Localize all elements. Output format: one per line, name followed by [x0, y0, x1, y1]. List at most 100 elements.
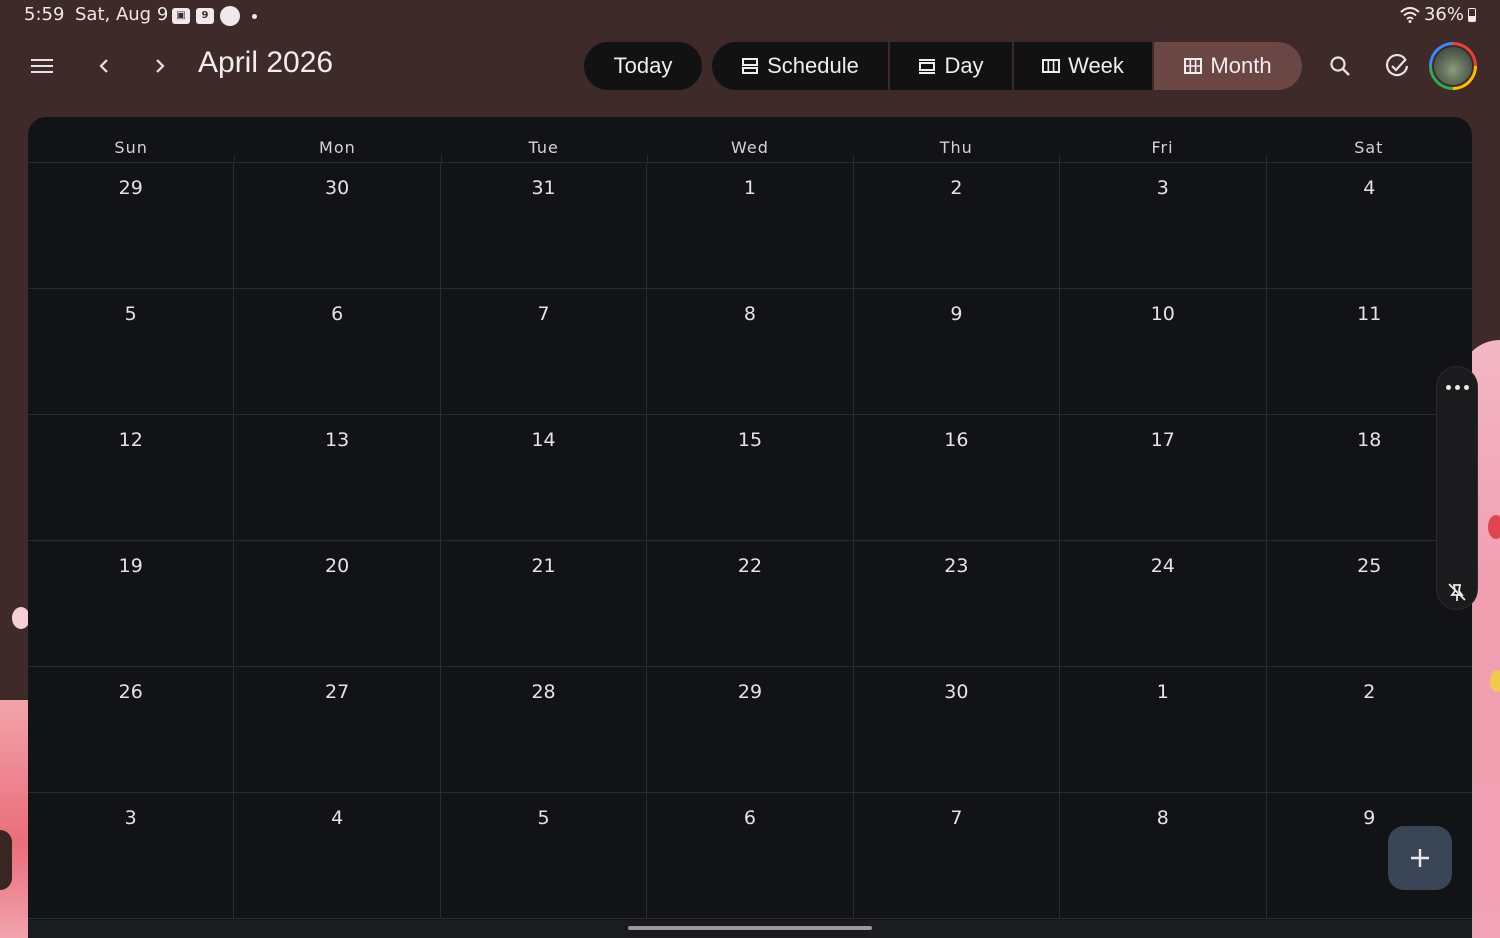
schedule-view-label: Schedule — [767, 53, 859, 78]
more-options-icon[interactable] — [1437, 377, 1477, 397]
day-cell[interactable]: 12 — [28, 415, 233, 540]
day-cell[interactable]: 4 — [1265, 163, 1472, 288]
day-cell[interactable]: 31 — [439, 163, 646, 288]
day-cell[interactable]: 2 — [852, 163, 1059, 288]
wallpaper-blob — [0, 830, 12, 890]
day-cell[interactable]: 8 — [1059, 793, 1265, 918]
week-view-label: Week — [1068, 53, 1124, 78]
previous-month-button[interactable] — [82, 44, 126, 88]
day-cell[interactable]: 9 — [852, 289, 1059, 414]
day-cell[interactable]: 8 — [646, 289, 852, 414]
next-month-button[interactable] — [138, 44, 182, 88]
day-cell[interactable]: 22 — [646, 541, 852, 666]
battery-icon — [1468, 7, 1476, 22]
pin-off-icon[interactable] — [1446, 581, 1468, 603]
weekday-header: Sun Mon Tue Wed Thu Fri Sat — [28, 117, 1472, 163]
chevron-right-icon — [156, 59, 165, 73]
day-cell[interactable]: 7 — [439, 289, 646, 414]
status-date: Sat, Aug 9 — [75, 4, 169, 25]
month-grid: 29 30 31 1 2 3 4 5 6 7 8 9 10 11 12 13 1… — [28, 163, 1472, 919]
toolbar: April 2026 Today Schedule Day Week Month — [0, 40, 1500, 92]
search-button[interactable] — [1318, 44, 1362, 88]
week-row: 3 4 5 6 7 8 9 — [28, 793, 1472, 919]
app-notification-icon — [220, 6, 240, 26]
wallpaper-blob — [1488, 515, 1500, 539]
weekday-label: Tue — [440, 117, 647, 162]
day-cell[interactable]: 1 — [1059, 667, 1265, 792]
day-cell[interactable]: 2 — [1265, 667, 1472, 792]
home-indicator[interactable] — [628, 926, 872, 930]
plus-icon — [1411, 849, 1429, 867]
menu-icon — [31, 59, 53, 73]
day-cell[interactable]: 5 — [28, 289, 233, 414]
day-cell[interactable]: 4 — [233, 793, 439, 918]
status-time: 5:59 — [24, 4, 65, 25]
day-cell[interactable]: 24 — [1059, 541, 1265, 666]
chevron-left-icon — [99, 59, 108, 73]
status-bar: 5:59 Sat, Aug 9 ▣ 9 36% — [0, 0, 1500, 30]
schedule-view-icon — [742, 58, 759, 74]
week-view-button[interactable]: Week — [1014, 42, 1154, 90]
schedule-view-button[interactable]: Schedule — [712, 42, 890, 90]
day-cell[interactable]: 19 — [28, 541, 233, 666]
day-cell[interactable]: 30 — [233, 163, 439, 288]
month-view-icon — [1184, 58, 1203, 74]
calendar-notification-icon: 9 — [196, 8, 214, 24]
day-cell[interactable]: 13 — [233, 415, 439, 540]
weekday-label: Fri — [1059, 117, 1265, 162]
day-cell[interactable]: 1 — [646, 163, 852, 288]
account-avatar[interactable] — [1429, 42, 1477, 90]
month-title[interactable]: April 2026 — [198, 46, 333, 80]
photos-icon: ▣ — [172, 8, 190, 24]
main-menu-button[interactable] — [20, 44, 64, 88]
week-row: 26 27 28 29 30 1 2 — [28, 667, 1472, 793]
day-cell[interactable]: 29 — [646, 667, 852, 792]
notification-icons: ▣ 9 — [172, 6, 257, 26]
day-cell[interactable]: 7 — [852, 793, 1059, 918]
day-cell[interactable]: 30 — [852, 667, 1059, 792]
tasks-button[interactable] — [1375, 44, 1419, 88]
day-cell[interactable]: 16 — [852, 415, 1059, 540]
search-icon — [1330, 56, 1350, 76]
day-cell[interactable]: 10 — [1059, 289, 1265, 414]
week-row: 29 30 31 1 2 3 4 — [28, 163, 1472, 289]
wallpaper-blob — [1490, 670, 1500, 692]
week-row: 19 20 21 22 23 24 25 — [28, 541, 1472, 667]
today-button[interactable]: Today — [584, 42, 702, 90]
month-view-button[interactable]: Month — [1154, 42, 1302, 90]
day-cell[interactable]: 14 — [439, 415, 646, 540]
day-cell[interactable]: 26 — [28, 667, 233, 792]
day-view-button[interactable]: Day — [890, 42, 1014, 90]
day-cell[interactable]: 5 — [439, 793, 646, 918]
day-cell[interactable]: 3 — [1059, 163, 1265, 288]
create-event-button[interactable] — [1388, 826, 1452, 890]
day-cell[interactable]: 21 — [439, 541, 646, 666]
week-row: 5 6 7 8 9 10 11 — [28, 289, 1472, 415]
day-cell[interactable]: 6 — [233, 289, 439, 414]
weekday-label: Sat — [1265, 117, 1472, 162]
wallpaper-left — [0, 700, 30, 938]
day-cell[interactable]: 27 — [233, 667, 439, 792]
day-view-icon — [919, 59, 936, 74]
view-switcher: Schedule Day Week Month — [712, 42, 1302, 90]
day-cell[interactable]: 6 — [646, 793, 852, 918]
weekday-label: Sun — [114, 138, 148, 157]
month-view-label: Month — [1210, 53, 1272, 78]
day-cell[interactable]: 17 — [1059, 415, 1265, 540]
day-cell[interactable]: 3 — [28, 793, 233, 918]
avatar-photo — [1432, 45, 1474, 87]
day-cell[interactable]: 15 — [646, 415, 852, 540]
day-cell[interactable]: 29 — [28, 163, 233, 288]
week-view-icon — [1042, 59, 1061, 73]
wifi-icon — [1400, 6, 1420, 23]
day-cell[interactable]: 20 — [233, 541, 439, 666]
weekday-label: Wed — [646, 117, 853, 162]
task-check-icon — [1385, 53, 1409, 77]
floating-side-panel[interactable] — [1436, 366, 1478, 610]
day-cell[interactable]: 28 — [439, 667, 646, 792]
battery-percent: 36% — [1423, 4, 1464, 25]
day-cell[interactable]: 23 — [852, 541, 1059, 666]
weekday-label: Thu — [853, 117, 1059, 162]
week-row: 12 13 14 15 16 17 18 — [28, 415, 1472, 541]
system-status: 36% — [1400, 4, 1476, 25]
